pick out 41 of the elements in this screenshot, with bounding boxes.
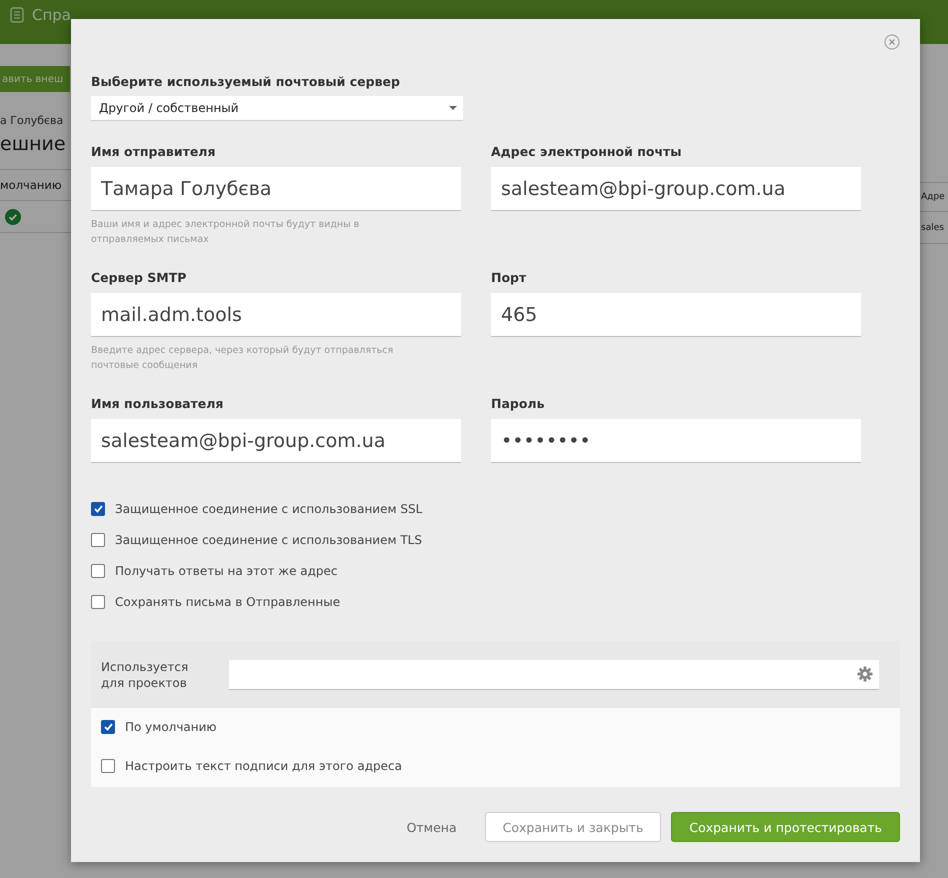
- field-label: Имя отправителя: [91, 144, 216, 159]
- field-label: Имя пользователя: [91, 396, 224, 411]
- input-field[interactable]: salesteam@bpi-group.com.ua: [491, 167, 861, 211]
- checkbox[interactable]: [91, 564, 105, 578]
- checkbox-label[interactable]: По умолчанию: [125, 720, 217, 734]
- input-field[interactable]: 465: [491, 293, 861, 337]
- checkbox-label[interactable]: Сохранять письма в Отправленные: [115, 595, 340, 609]
- caret-icon: [449, 106, 457, 110]
- checkbox-label[interactable]: Защищенное соединение с использованием SSL: [115, 502, 422, 516]
- field-label: Пароль: [491, 396, 546, 411]
- column-header: Адре: [921, 192, 945, 202]
- checkbox[interactable]: [91, 533, 105, 547]
- field-hint: Ваши имя и адрес электронной почты будут видны в отправляемых письмах: [91, 218, 360, 247]
- field-label: Порт: [491, 270, 528, 285]
- cancel-link[interactable]: Отмена: [388, 820, 475, 834]
- field-label: Выберите используемый почтовый сервер: [91, 74, 400, 89]
- checkbox-label[interactable]: Получать ответы на этот же адрес: [115, 564, 338, 578]
- column-header: молчанию: [0, 178, 62, 192]
- input-field[interactable]: mail.adm.tools: [91, 293, 461, 337]
- field-label: Адрес электронной почты: [491, 144, 683, 159]
- input-field[interactable]: ••••••••: [491, 419, 861, 463]
- close-icon[interactable]: [884, 34, 900, 50]
- checkbox[interactable]: [101, 759, 115, 773]
- projects-field[interactable]: [229, 660, 879, 690]
- input-field[interactable]: salesteam@bpi-group.com.ua: [91, 419, 461, 463]
- table-cell: sales: [921, 222, 944, 232]
- field-label: Используется для проектов: [101, 658, 190, 690]
- server-dropdown[interactable]: Другой / собственный: [91, 96, 463, 121]
- field-hint: Введите адрес сервера, через который будут отправляться почтовые сообщения: [91, 344, 394, 373]
- field-label: Сервер SMTP: [91, 270, 188, 285]
- checkbox-label[interactable]: Настроить текст подписи для этого адреса: [125, 759, 402, 773]
- input-field[interactable]: Тамара Голубєва: [91, 167, 461, 211]
- gear-icon[interactable]: [857, 666, 873, 682]
- list-icon: [10, 7, 24, 23]
- page-heading: ешние: [0, 132, 66, 157]
- checkbox[interactable]: [91, 502, 105, 516]
- checkbox-label[interactable]: Защищенное соединение с использованием TLS: [115, 533, 422, 547]
- checkbox[interactable]: [101, 720, 115, 734]
- breadcrumb[interactable]: а Голубєва: [0, 114, 64, 127]
- checkbox[interactable]: [91, 595, 105, 609]
- save-close-button[interactable]: Сохранить и закрыть: [484, 812, 662, 842]
